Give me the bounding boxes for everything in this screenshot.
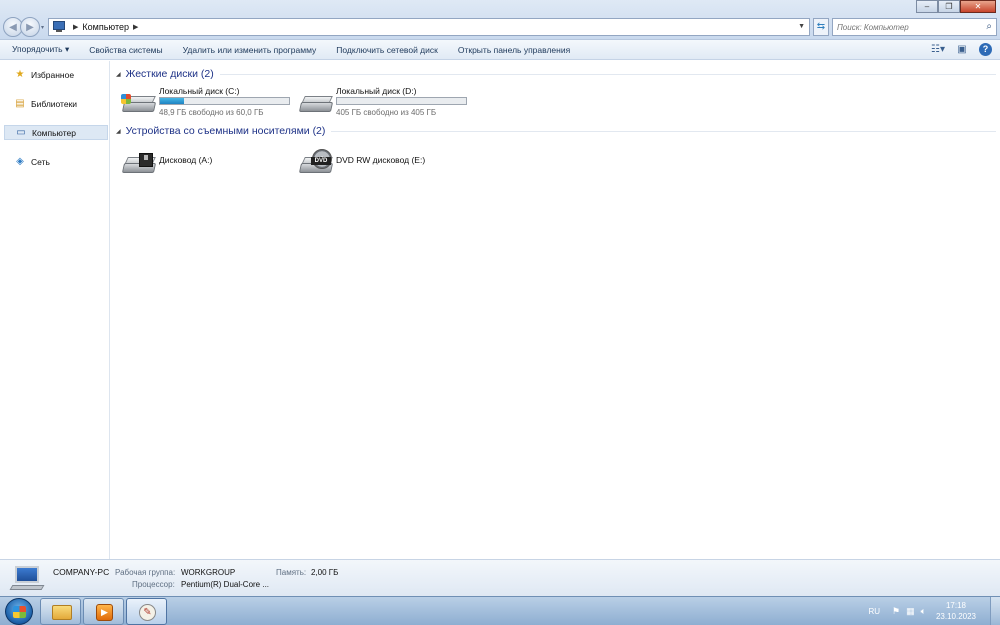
content-area: ◢ Жесткие диски (2) Локальный диск (C:) … [111, 61, 1000, 559]
forward-button[interactable]: ▶ [20, 17, 40, 37]
drive-free-space: 48,9 ГБ свободно из 60,0 ГБ [159, 108, 264, 117]
details-pane: COMPANY-PC Рабочая группа: WORKGROUP Пам… [0, 559, 1000, 596]
cpu-value: Pentium(R) Dual-Core ... [181, 580, 270, 589]
sidebar-item-label: Сеть [31, 156, 50, 167]
forward-arrow-icon: ▶ [26, 21, 34, 33]
drive-a[interactable]: Дисковод (A:) [121, 147, 296, 179]
drive-usage-bar [336, 97, 467, 105]
view-options-icon[interactable]: ☷▾ [931, 43, 945, 56]
language-indicator[interactable]: RU [868, 607, 880, 616]
search-box[interactable]: ⌕ [832, 18, 997, 36]
memory-label: Память: [276, 568, 307, 577]
group-header-removable[interactable]: ◢ Устройства со съемными носителями (2) [116, 125, 996, 137]
media-player-icon: ▶ [96, 604, 113, 621]
computer-icon: ▭ [16, 127, 26, 138]
clock-time: 17:18 [945, 601, 967, 610]
drive-usage-bar [159, 97, 290, 105]
workgroup-label: Рабочая группа: [115, 568, 176, 577]
volume-icon[interactable]: 🔈︎ [921, 606, 926, 617]
navigation-pane: ★ Избранное ▤ Библиотеки ▭ Компьютер ◈ С… [0, 61, 110, 559]
uninstall-program-button[interactable]: Удалить или изменить программу [173, 45, 327, 55]
folder-icon [52, 605, 72, 620]
drive-c[interactable]: Локальный диск (C:) 48,9 ГБ свободно из … [121, 86, 296, 118]
network-status-icon[interactable]: ▦ [906, 606, 915, 617]
group-divider [219, 73, 996, 75]
recent-pages-dropdown[interactable]: ▾ [41, 24, 44, 31]
refresh-button[interactable]: ⇆ [813, 18, 829, 36]
drive-e[interactable]: DVD DVD RW дисковод (E:) [298, 147, 473, 179]
sidebar-item-label: Компьютер [32, 127, 76, 138]
workgroup-value: WORKGROUP [181, 568, 236, 577]
collapse-triangle-icon[interactable]: ◢ [116, 128, 121, 135]
drive-name: Дисковод (A:) [159, 155, 213, 165]
collapse-triangle-icon[interactable]: ◢ [116, 71, 121, 78]
close-button[interactable]: ✕ [960, 0, 996, 13]
breadcrumb-arrow-icon[interactable]: ▶ [73, 23, 78, 31]
back-arrow-icon: ◀ [9, 21, 17, 33]
sidebar-item-network[interactable]: ◈ Сеть [4, 154, 108, 169]
sidebar-item-label: Избранное [31, 69, 75, 80]
floppy-drive-icon [121, 153, 157, 177]
search-input[interactable] [833, 19, 973, 35]
group-title: Устройства со съемными носителями (2) [125, 125, 326, 137]
map-network-drive-button[interactable]: Подключить сетевой диск [326, 45, 448, 55]
group-header-hard-disks[interactable]: ◢ Жесткие диски (2) [116, 68, 996, 80]
system-tray: RU ⚑ ▦ 🔈︎ 17:18 23.10.2023 [868, 597, 1000, 625]
system-properties-button[interactable]: Свойства системы [79, 45, 172, 55]
minimize-button[interactable]: – [916, 0, 938, 13]
taskbar-media-player-button[interactable]: ▶ [83, 598, 124, 625]
show-desktop-button[interactable] [990, 597, 1000, 625]
computer-icon [53, 21, 69, 33]
maximize-button[interactable]: ❐ [938, 0, 960, 13]
hard-drive-icon [121, 92, 157, 116]
network-icon: ◈ [16, 156, 24, 167]
cpu-label: Процессор: [132, 580, 175, 589]
drive-name: Локальный диск (C:) [159, 86, 240, 96]
star-icon: ★ [15, 69, 25, 80]
computer-name: COMPANY-PC [53, 567, 110, 577]
taskbar-explorer-button[interactable] [40, 598, 81, 625]
windows-logo-icon [13, 606, 26, 618]
sidebar-item-label: Библиотеки [31, 98, 78, 109]
dvd-badge: DVD [311, 157, 331, 165]
taskbar-paint-button[interactable]: ✎ [126, 598, 167, 625]
dvd-drive-icon: DVD [298, 149, 334, 177]
library-icon: ▤ [15, 98, 25, 109]
refresh-icon: ⇆ [816, 21, 826, 32]
start-button[interactable] [5, 598, 33, 625]
search-icon[interactable]: ⌕ [986, 21, 992, 32]
group-title: Жесткие диски (2) [125, 68, 214, 80]
drive-d[interactable]: Локальный диск (D:) 405 ГБ свободно из 4… [298, 86, 473, 118]
paint-icon: ✎ [139, 604, 156, 621]
windows-logo-icon [121, 94, 131, 104]
open-control-panel-button[interactable]: Открыть панель управления [448, 45, 580, 55]
drive-free-space: 405 ГБ свободно из 405 ГБ [336, 108, 437, 117]
window-controls: – ❐ ✕ [916, 0, 996, 13]
clock-date: 23.10.2023 [935, 612, 977, 621]
hard-drive-icon [298, 92, 334, 116]
group-divider [331, 130, 996, 132]
action-center-flag-icon[interactable]: ⚑ [892, 606, 900, 617]
window-titlebar: ◀ ▶ ▾ ▶ Компьютер ▶ ▼ ⇆ ⌕ – ❐ ✕ [0, 0, 1000, 40]
drive-name: DVD RW дисковод (E:) [336, 155, 426, 165]
help-icon[interactable]: ? [979, 43, 992, 56]
organize-button[interactable]: Упорядочить ▾ [0, 44, 79, 55]
clock[interactable]: 17:18 23.10.2023 [932, 600, 980, 622]
memory-value: 2,00 ГБ [311, 568, 339, 577]
address-bar[interactable]: ▶ Компьютер ▶ ▼ [48, 18, 810, 36]
breadcrumb-arrow-icon[interactable]: ▶ [133, 23, 138, 31]
taskbar: ▶ ✎ RU ⚑ ▦ 🔈︎ 17:18 23.10.2023 [0, 596, 1000, 625]
preview-pane-icon[interactable]: ▣ [955, 43, 969, 56]
sidebar-item-libraries[interactable]: ▤ Библиотеки [4, 96, 108, 111]
sidebar-item-computer[interactable]: ▭ Компьютер [4, 125, 108, 140]
drive-name: Локальный диск (D:) [336, 86, 417, 96]
command-bar: Упорядочить ▾ Свойства системы Удалить и… [0, 40, 1000, 60]
breadcrumb-computer[interactable]: Компьютер [82, 22, 129, 32]
computer-icon [9, 566, 45, 592]
address-dropdown-icon[interactable]: ▼ [798, 23, 805, 30]
sidebar-item-favorites[interactable]: ★ Избранное [4, 67, 108, 82]
